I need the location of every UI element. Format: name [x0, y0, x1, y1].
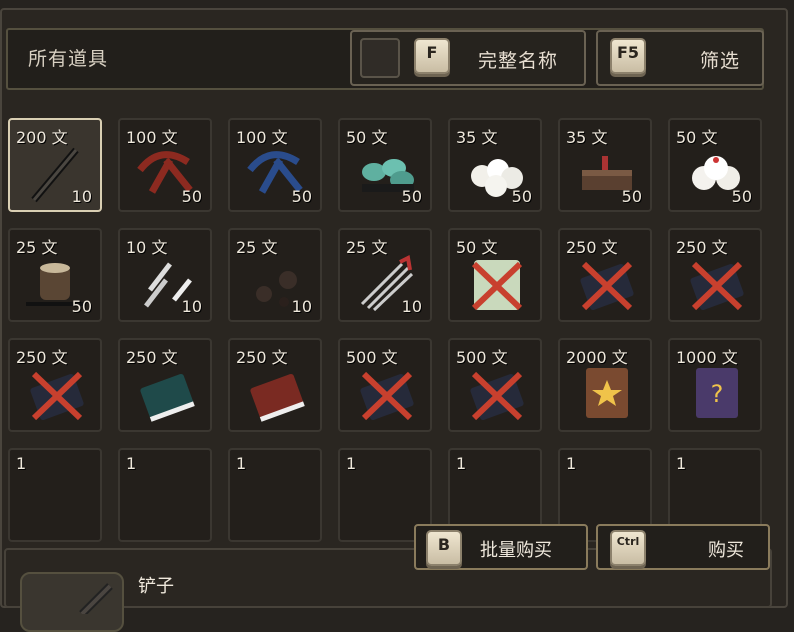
bulk-buy-label: 批量购买	[480, 540, 552, 561]
item-price: 50 文	[346, 128, 388, 147]
item-price: 1	[16, 454, 27, 473]
item-slot[interactable]: 250 文	[118, 338, 212, 432]
item-price: 1	[456, 454, 467, 473]
b-key-icon: B	[426, 530, 462, 566]
item-quantity: 50	[401, 187, 422, 206]
item-slot[interactable]: 35 文 50	[448, 118, 542, 212]
item-price: 100 文	[126, 128, 178, 147]
item-price: 1	[346, 454, 357, 473]
item-slot[interactable]: 100 文 50	[228, 118, 322, 212]
f-key-icon: F	[414, 38, 450, 74]
item-price: 50 文	[676, 128, 718, 147]
filter-label: 筛选	[700, 50, 741, 72]
item-price: 250 文	[566, 238, 618, 257]
item-slot[interactable]: 50 文 50	[668, 118, 762, 212]
full-name-label: 完整名称	[478, 50, 559, 72]
locked-book-icon	[30, 371, 84, 421]
item-slot[interactable]: 250 文	[668, 228, 762, 322]
item-price: 35 文	[456, 128, 498, 147]
item-price: 1000 文	[676, 348, 738, 367]
item-slot[interactable]: 2000 文	[558, 338, 652, 432]
item-quantity: 50	[291, 187, 312, 206]
item-price: 500 文	[456, 348, 508, 367]
item-slot[interactable]: 200 文 10	[8, 118, 102, 212]
item-slot[interactable]: ? 1000 文	[668, 338, 762, 432]
item-slot[interactable]: 25 文 50	[8, 228, 102, 322]
item-slot[interactable]: 50 文	[448, 228, 542, 322]
item-slot[interactable]: 250 文	[228, 338, 322, 432]
item-quantity: 50	[731, 187, 752, 206]
item-slot[interactable]: 500 文	[338, 338, 432, 432]
item-price: 1	[676, 454, 687, 473]
item-quantity: 50	[181, 187, 202, 206]
item-price: 250 文	[676, 238, 728, 257]
locked-book-icon	[360, 371, 414, 421]
item-slot[interactable]: 250 文	[8, 338, 102, 432]
f5-key-icon: F5	[610, 38, 646, 74]
shovel-icon	[79, 583, 113, 617]
svg-text:?: ?	[711, 380, 724, 408]
mystery-book-icon: ?	[696, 368, 738, 418]
star-book-icon	[586, 368, 628, 418]
locked-scroll-icon	[471, 260, 523, 311]
item-price: 50 文	[456, 238, 498, 257]
item-price: 25 文	[346, 238, 388, 257]
item-quantity: 10	[291, 297, 312, 316]
item-price: 1	[236, 454, 247, 473]
detail-item-icon	[20, 572, 124, 632]
item-slot[interactable]: 1	[118, 448, 212, 542]
locked-book-icon	[690, 261, 744, 311]
ctrl-key-icon: Ctrl	[610, 530, 646, 566]
buy-label: 购买	[708, 540, 744, 561]
item-price: 25 文	[16, 238, 58, 257]
item-price: 250 文	[236, 348, 288, 367]
red-book-icon	[250, 374, 305, 422]
item-quantity: 10	[181, 297, 202, 316]
item-price: 100 文	[236, 128, 288, 147]
item-quantity: 50	[621, 187, 642, 206]
item-quantity: 50	[71, 297, 92, 316]
item-slot[interactable]: 250 文	[558, 228, 652, 322]
teal-book-icon	[140, 374, 195, 422]
item-slot[interactable]: 50 文 50	[338, 118, 432, 212]
item-price: 25 文	[236, 238, 278, 257]
item-price: 35 文	[566, 128, 608, 147]
locked-book-icon	[580, 261, 634, 311]
detail-item-name: 铲子	[138, 576, 174, 597]
item-price: 500 文	[346, 348, 398, 367]
item-quantity: 10	[401, 297, 422, 316]
item-quantity: 50	[511, 187, 532, 206]
full-name-checkbox[interactable]	[360, 38, 400, 78]
item-slot[interactable]: 1	[228, 448, 322, 542]
item-slot[interactable]: 35 文 50	[558, 118, 652, 212]
item-slot[interactable]: 100 文 50	[118, 118, 212, 212]
item-slot[interactable]: 25 文 10	[338, 228, 432, 322]
category-title: 所有道具	[28, 48, 109, 70]
item-quantity: 10	[71, 187, 92, 206]
item-price: 1	[566, 454, 577, 473]
item-slot[interactable]: 25 文 10	[228, 228, 322, 322]
item-price: 10 文	[126, 238, 168, 257]
item-price: 250 文	[16, 348, 68, 367]
locked-book-icon	[470, 371, 524, 421]
item-price: 250 文	[126, 348, 178, 367]
item-slot[interactable]: 1	[8, 448, 102, 542]
item-slot[interactable]: 500 文	[448, 338, 542, 432]
item-price: 200 文	[16, 128, 68, 147]
item-price: 1	[126, 454, 137, 473]
item-slot[interactable]: 10 文 10	[118, 228, 212, 322]
item-price: 2000 文	[566, 348, 628, 367]
